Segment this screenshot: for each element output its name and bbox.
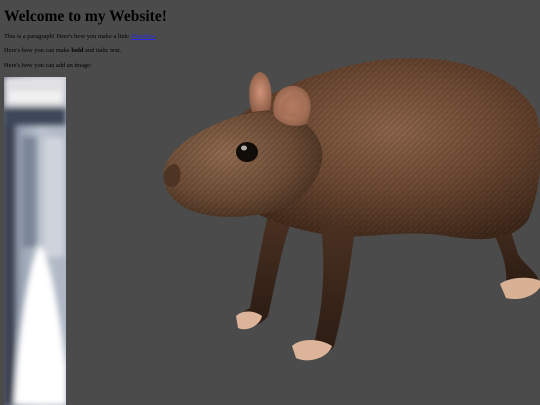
webpage: Welcome to my Website! This is a paragra… (0, 0, 540, 405)
rat-model-image (163, 58, 540, 361)
paragraph-formatting: Here's how you can make bold and italic … (4, 47, 121, 55)
rat-eye (236, 142, 258, 162)
paragraph-text: This is a paragraph! Here's how you make… (4, 33, 132, 40)
rat-front-paw-near (292, 340, 332, 361)
rat-ear-back (249, 72, 272, 112)
page-heading: Welcome to my Website! (4, 8, 167, 25)
rat-front-paw-far (236, 311, 262, 330)
neocities-link[interactable]: Neocities (131, 33, 155, 40)
blurred-photo-image (4, 77, 66, 405)
paragraph-text-end: . (155, 33, 157, 40)
paragraph-image: Here's how you can add an image: (4, 62, 92, 69)
rat-back-paw-far (500, 277, 540, 299)
paragraph-link: This is a paragraph! Here's how you make… (4, 33, 157, 41)
rat-front-leg-far (237, 215, 290, 328)
rat-front-leg-near (297, 220, 355, 360)
bold-text: bold (71, 47, 84, 54)
page-content: Welcome to my Website! This is a paragra… (4, 0, 244, 69)
paragraph-text: Here's how you can make (4, 47, 72, 54)
italic-text-sentence: and italic text. (83, 47, 122, 54)
